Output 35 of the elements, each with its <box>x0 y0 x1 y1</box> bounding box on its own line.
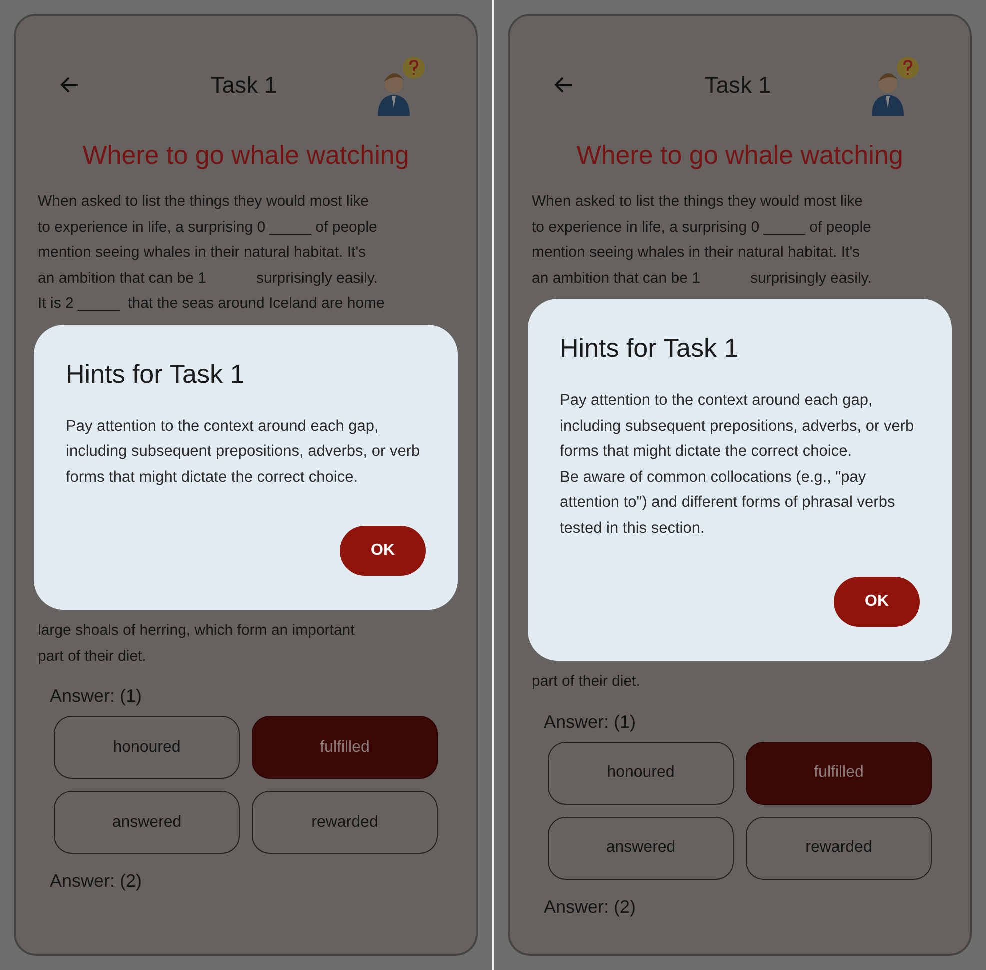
answer-option[interactable]: answered <box>548 816 734 880</box>
passage-line: When asked to list the things they would most like <box>38 192 369 212</box>
answer-label: Answer: (2) <box>544 896 636 919</box>
passage-line: an ambition that can be 1 surprisingly easily. <box>532 268 872 288</box>
passage-line: When asked to list the things they would most like <box>532 192 863 212</box>
ok-button[interactable]: OK <box>834 577 920 627</box>
passage-line: part of their diet. <box>38 646 146 666</box>
answer-option[interactable]: answered <box>54 791 240 854</box>
passage-line: an ambition that can be 1 surprisingly easily. <box>38 268 378 288</box>
passage-line: mention seeing whales in their natural habitat. It's <box>532 243 860 263</box>
passage-line: large shoals of herring, which form an important <box>38 621 355 641</box>
screen-title: Task 1 <box>704 70 772 100</box>
passage-line: to experience in life, a surprising 0 _____ of people <box>532 218 872 238</box>
answer-label: Answer: (1) <box>50 685 142 708</box>
passage-line: mention seeing whales in their natural habitat. It's <box>38 243 366 263</box>
dialog-title: Hints for Task 1 <box>66 358 246 390</box>
answer-option[interactable]: rewarded <box>746 816 932 880</box>
ok-button[interactable]: OK <box>340 526 426 576</box>
dialog-title: Hints for Task 1 <box>560 332 740 365</box>
passage-line: It is 2 _____ that the seas around Iceland are home <box>38 294 385 314</box>
screen-title: Task 1 <box>210 70 278 100</box>
dialog-text: Pay attention to the context around each gap, including subsequent prepositions, adverbs, or verb forms that might dictate the correct choice. <box>560 391 916 462</box>
passage-line: part of their diet. <box>532 672 640 692</box>
answer-option[interactable]: fulfilled <box>252 716 438 779</box>
passage-heading: Where to go whale watching <box>576 139 904 172</box>
passage-line: to experience in life, a surprising 0 _____ of people <box>38 218 378 238</box>
dialog-text: Be aware of common collocations (e.g., "pay attention to") and different forms of phrasal verbs tested in this section. <box>560 468 896 538</box>
answer-label: Answer: (2) <box>50 870 142 893</box>
passage-heading: Where to go whale watching <box>82 139 410 172</box>
answer-option[interactable]: rewarded <box>252 791 438 854</box>
answer-label: Answer: (1) <box>544 710 636 734</box>
answer-option[interactable]: honoured <box>54 716 240 779</box>
dialog-text: Pay attention to the context around each gap, including subsequent prepositions, adverbs, or verb forms that might dictate the correct choice. <box>66 416 422 488</box>
answer-option[interactable]: honoured <box>548 742 734 804</box>
answer-option[interactable]: fulfilled <box>746 742 932 804</box>
